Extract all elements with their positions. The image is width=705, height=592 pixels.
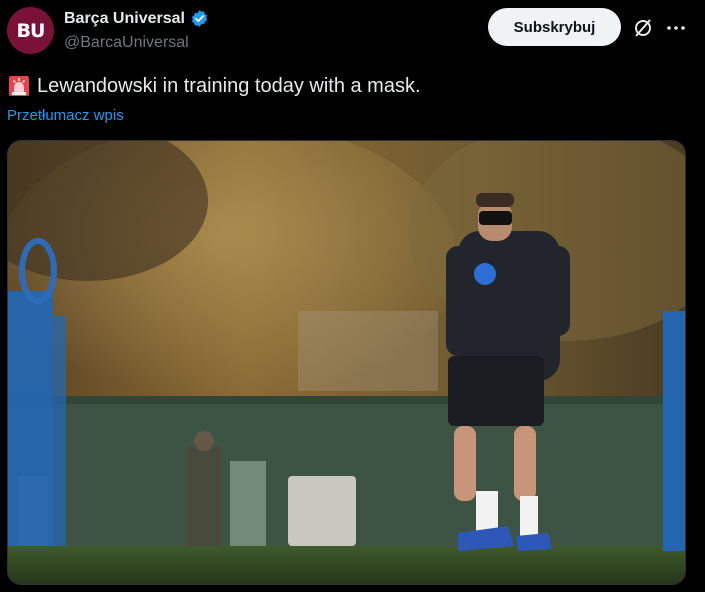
translate-link[interactable]: Przetłumacz wpis bbox=[7, 107, 124, 124]
photo-lewandowski-training bbox=[8, 141, 685, 584]
display-name[interactable]: Barça Universal bbox=[64, 10, 185, 28]
tweet-header: BU Barça Universal @BarcaUniversal Subsk… bbox=[0, 0, 705, 68]
tweet-body: Lewandowski in training today with a mas… bbox=[37, 74, 421, 97]
author-handle[interactable]: @BarcaUniversal bbox=[64, 34, 189, 52]
grok-icon[interactable] bbox=[631, 16, 655, 40]
subscribe-button[interactable]: Subskrybuj bbox=[488, 8, 621, 46]
more-options-icon[interactable] bbox=[664, 16, 688, 40]
avatar[interactable]: BU bbox=[7, 7, 54, 54]
police-siren-icon bbox=[9, 76, 29, 96]
verified-badge-icon bbox=[191, 10, 207, 27]
tweet-text: Lewandowski in training today with a mas… bbox=[7, 74, 421, 98]
author-name-row: Barça Universal bbox=[64, 9, 209, 28]
tweet-photo[interactable] bbox=[7, 140, 686, 585]
